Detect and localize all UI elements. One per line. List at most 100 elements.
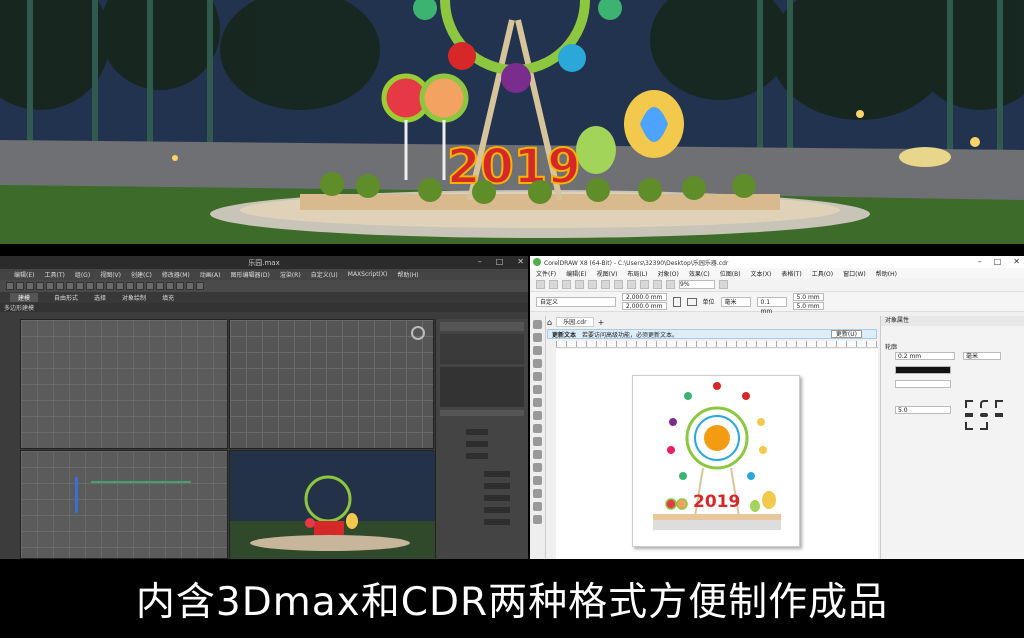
max-menu-item[interactable]: 工具(T) [44, 270, 64, 279]
export-icon[interactable] [666, 280, 675, 289]
param-field[interactable] [484, 495, 510, 501]
tool-icon[interactable] [136, 282, 144, 290]
ribbon-tab-selection[interactable]: 选择 [94, 293, 106, 302]
tool-icon[interactable] [166, 282, 174, 290]
ellipse-tool-icon[interactable] [533, 411, 542, 420]
cdr-menu-item[interactable]: 布局(L) [627, 269, 647, 278]
cdr-menu-item[interactable]: 效果(C) [689, 269, 710, 278]
max-menu-item[interactable]: 帮助(H) [397, 270, 418, 279]
copy-icon[interactable] [601, 280, 610, 289]
tool-icon[interactable] [126, 282, 134, 290]
modifier-stack[interactable] [440, 367, 524, 407]
viewcube-icon[interactable] [411, 326, 425, 340]
cdr-menu-item[interactable]: 窗口(W) [843, 269, 866, 278]
cdr-menu-item[interactable]: 编辑(E) [566, 269, 586, 278]
max-menu-item[interactable]: MAXScript(X) [348, 271, 388, 278]
cdr-menu-item[interactable]: 帮助(H) [876, 269, 897, 278]
viewport-perspective[interactable] [229, 450, 435, 560]
page-width-input[interactable]: 2,000.0 mm [622, 293, 667, 301]
drawing-canvas[interactable]: 2019 [556, 349, 878, 559]
ribbon-tab-object-paint[interactable]: 对象绘制 [122, 293, 146, 302]
save-icon[interactable] [562, 280, 571, 289]
maximize-icon[interactable]: □ [496, 257, 504, 266]
import-icon[interactable] [653, 280, 662, 289]
tool-icon[interactable] [16, 282, 24, 290]
redo-icon[interactable] [640, 280, 649, 289]
tool-icon[interactable] [116, 282, 124, 290]
maximize-icon[interactable]: □ [994, 257, 1002, 266]
tool-icon[interactable] [96, 282, 104, 290]
param-field[interactable] [484, 483, 510, 489]
tool-icon[interactable] [6, 282, 14, 290]
options-icon[interactable] [719, 280, 728, 289]
param-field[interactable] [466, 441, 488, 447]
line-cap-icon[interactable] [980, 413, 988, 417]
corner-style-icon[interactable] [965, 400, 973, 408]
close-icon[interactable]: ✕ [517, 257, 524, 266]
document-page[interactable]: 2019 [632, 375, 800, 547]
line-cap-icon[interactable] [995, 413, 1003, 417]
outline-color-picker[interactable] [895, 366, 951, 374]
viewport-front[interactable] [229, 319, 434, 449]
preset-select[interactable]: 自定义 [536, 296, 616, 307]
nudge-input[interactable]: 0.1 mm [756, 296, 787, 315]
minimize-icon[interactable]: – [978, 257, 982, 266]
zoom-select[interactable]: 9% [679, 280, 715, 289]
param-field[interactable] [484, 471, 510, 477]
tool-icon[interactable] [26, 282, 34, 290]
cdr-menu-item[interactable]: 位图(B) [720, 269, 741, 278]
home-icon[interactable]: ⌂ [547, 318, 552, 327]
interactive-fill-icon[interactable] [533, 515, 542, 524]
command-panel-row[interactable] [440, 322, 524, 331]
miter-limit-input[interactable]: 5.0 [895, 406, 951, 414]
zoom-tool-icon[interactable] [533, 359, 542, 368]
cdr-menu-item[interactable]: 文件(F) [536, 269, 556, 278]
tool-icon[interactable] [186, 282, 194, 290]
paste-icon[interactable] [614, 280, 623, 289]
portrait-icon[interactable] [672, 296, 681, 307]
rectangle-tool-icon[interactable] [533, 398, 542, 407]
duplicate-y-input[interactable]: 5.0 mm [792, 302, 824, 310]
max-menu-item[interactable]: 创建(C) [131, 270, 152, 279]
doc-tab[interactable]: 乐园.cdr [556, 317, 594, 327]
max-menu-item[interactable]: 组(G) [75, 270, 90, 279]
duplicate-x-input[interactable]: 5.0 mm [792, 293, 824, 301]
parallel-dimension-icon[interactable] [533, 450, 542, 459]
line-cap-icon[interactable] [965, 413, 973, 417]
param-field[interactable] [484, 507, 510, 513]
polygon-tool-icon[interactable] [533, 424, 542, 433]
undo-icon[interactable] [627, 280, 636, 289]
param-field[interactable] [466, 453, 488, 459]
param-field[interactable] [466, 429, 488, 435]
tool-icon[interactable] [156, 282, 164, 290]
cdr-menu-item[interactable]: 视图(V) [597, 269, 618, 278]
ribbon-tab-freeform[interactable]: 自由形式 [54, 293, 78, 302]
outline-width-input[interactable]: 0.2 mm [895, 352, 955, 360]
close-icon[interactable]: ✕ [1013, 257, 1020, 266]
tool-icon[interactable] [46, 282, 54, 290]
text-tool-icon[interactable] [533, 437, 542, 446]
tool-icon[interactable] [56, 282, 64, 290]
max-menu-item[interactable]: 渲染(R) [280, 270, 301, 279]
open-icon[interactable] [549, 280, 558, 289]
cdr-menu-item[interactable]: 工具(O) [812, 269, 833, 278]
eyedropper-icon[interactable] [533, 502, 542, 511]
print-icon[interactable] [575, 280, 584, 289]
ribbon-tab-modeling[interactable]: 建模 [10, 293, 39, 302]
max-menu-item[interactable]: 动画(A) [200, 270, 221, 279]
artistic-media-icon[interactable] [533, 385, 542, 394]
tool-icon[interactable] [196, 282, 204, 290]
max-menu-item[interactable]: 自定义(U) [311, 270, 338, 279]
pick-tool-icon[interactable] [533, 320, 542, 329]
tool-icon[interactable] [86, 282, 94, 290]
line-style-select[interactable] [895, 380, 951, 388]
drop-shadow-icon[interactable] [533, 476, 542, 485]
tool-icon[interactable] [36, 282, 44, 290]
viewport-left[interactable] [20, 450, 228, 559]
transparency-icon[interactable] [533, 489, 542, 498]
tool-icon[interactable] [66, 282, 74, 290]
viewport-top[interactable] [20, 319, 228, 449]
cut-icon[interactable] [588, 280, 597, 289]
max-menu-item[interactable]: 编辑(E) [14, 270, 34, 279]
crop-tool-icon[interactable] [533, 346, 542, 355]
